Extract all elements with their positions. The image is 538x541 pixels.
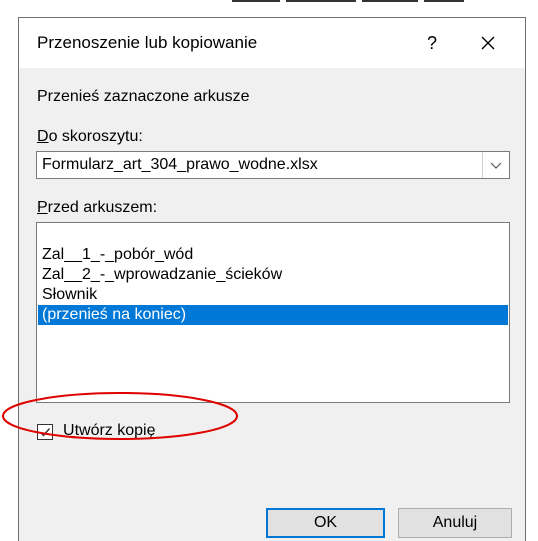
before-sheet-listbox[interactable]: Zal__1_-_pobór_wód Zal__2_-_wprowadzanie… [36,222,510,403]
workbook-label-text: o skoroszytu: [48,128,143,145]
workbook-dropdown-button[interactable] [482,152,509,178]
check-icon [40,428,51,437]
list-item[interactable]: Zal__1_-_pobór_wód [38,245,508,265]
create-copy-label: Utwórz kopię [63,422,155,440]
before-sheet-label: Przed arkuszem: [37,199,157,217]
create-copy-label-accelerator: U [63,422,75,439]
ok-button[interactable]: OK [266,508,385,538]
background-content [232,0,482,6]
title-bar: Przenoszenie lub kopiowanie ? [19,18,525,68]
before-sheet-label-text: rzed arkuszem: [47,199,158,216]
create-copy-label-text: twórz kopię [74,422,156,439]
dialog-header-label: Przenieś zaznaczone arkusze [37,88,250,105]
workbook-dropdown[interactable]: Formularz_art_304_prawo_wodne.xlsx [36,151,510,179]
screenshot-stage: Przenoszenie lub kopiowanie ? Przenieś z… [0,0,538,541]
create-copy-checkbox[interactable] [37,424,53,440]
workbook-selected-value: Formularz_art_304_prawo_wodne.xlsx [42,156,318,173]
list-item[interactable]: Zal__2_-_wprowadzanie_ścieków [38,265,508,285]
move-copy-dialog: Przenoszenie lub kopiowanie ? Przenieś z… [18,17,526,541]
help-button[interactable]: ? [414,26,450,60]
dialog-title: Przenoszenie lub kopiowanie [37,33,258,52]
before-sheet-label-accelerator: P [37,199,48,216]
list-item-selected[interactable]: (przenieś na koniec) [38,305,508,325]
cancel-button[interactable]: Anuluj [398,508,512,538]
close-button[interactable] [465,26,511,60]
workbook-label-accelerator: D [37,128,49,145]
workbook-label: Do skoroszytu: [37,128,143,146]
list-item[interactable]: Słownik [38,285,508,305]
chevron-down-icon [490,162,502,169]
close-icon [481,36,495,50]
